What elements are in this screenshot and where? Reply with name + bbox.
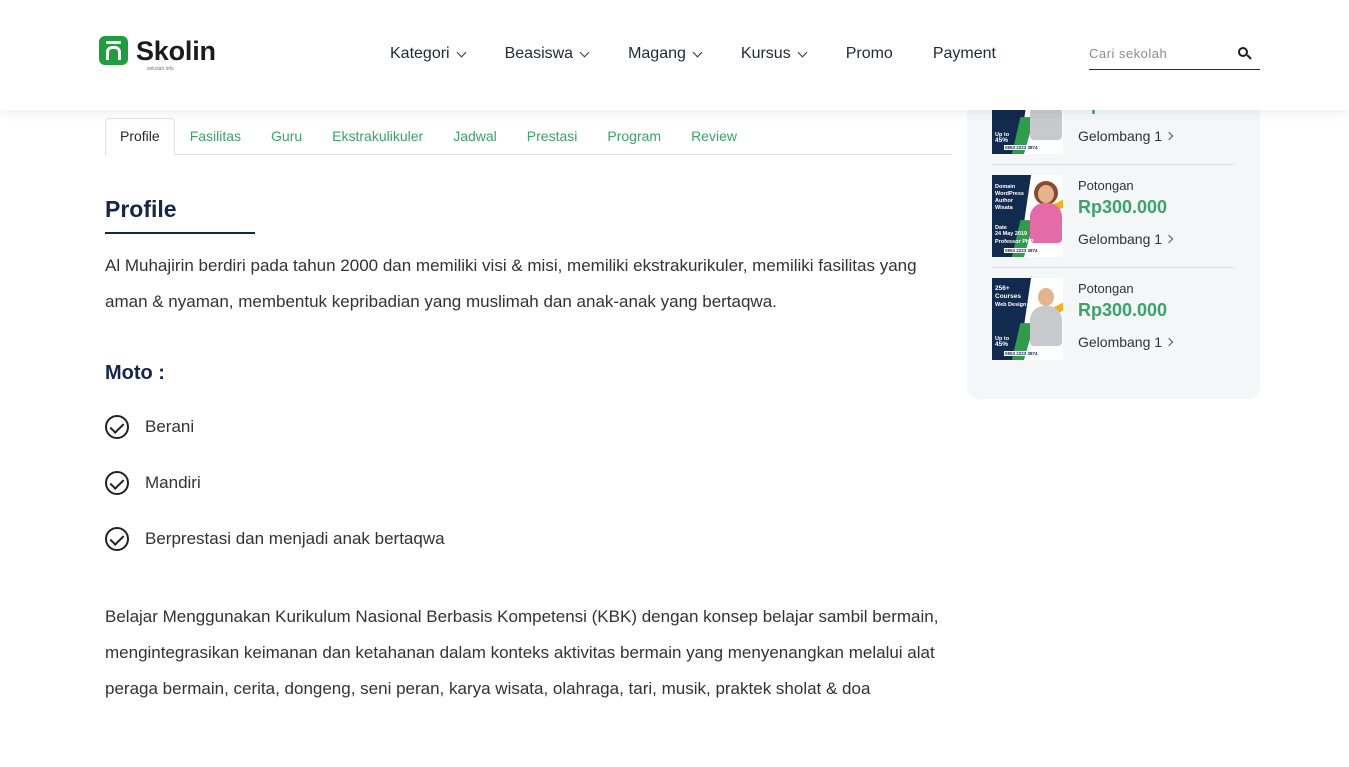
nav-label: Promo bbox=[845, 45, 893, 62]
tab-program[interactable]: Program bbox=[592, 118, 676, 155]
nav-label: Kategori bbox=[390, 45, 450, 62]
promo-card[interactable]: Domain WordPress Author Wisata Date 24 M… bbox=[992, 175, 1235, 271]
nav-kategori[interactable]: Kategori bbox=[390, 44, 467, 64]
moto-text: Berani bbox=[145, 417, 195, 436]
promo-price: Rp300.000 bbox=[1078, 300, 1168, 320]
banner-text: Professor PHP bbox=[995, 239, 1034, 245]
tab-review[interactable]: Review bbox=[676, 118, 752, 155]
logo-icon bbox=[99, 36, 128, 65]
nav-label: Payment bbox=[932, 45, 996, 62]
promo-banner-image: 256+ Courses Web Design Up to 45% 0853 2… bbox=[992, 278, 1063, 360]
chevron-down-icon bbox=[692, 47, 703, 57]
search-icon[interactable] bbox=[1238, 47, 1252, 61]
profile-intro: Al Muhajirin berdiri pada tahun 2000 dan… bbox=[105, 256, 917, 311]
tab-fasilitas[interactable]: Fasilitas bbox=[175, 118, 256, 155]
banner-text: Domain bbox=[995, 184, 1016, 190]
banner-text: 45% bbox=[995, 137, 1009, 144]
banner-text: Courses bbox=[995, 293, 1022, 300]
nav-magang[interactable]: Magang bbox=[628, 44, 703, 64]
brand-name: Skolin bbox=[136, 36, 216, 66]
check-circle-icon bbox=[105, 527, 129, 551]
chevron-right-icon bbox=[1164, 131, 1174, 141]
search-input[interactable] bbox=[1089, 42, 1229, 61]
banner-text: Author bbox=[995, 198, 1014, 204]
banner-text: 24 May 2019 bbox=[995, 231, 1028, 237]
curriculum-text: Belajar Menggunakan Kurikulum Nasional B… bbox=[105, 607, 939, 698]
chevron-right-icon bbox=[1164, 337, 1174, 347]
brand-subtitle: sekolah.info bbox=[147, 66, 174, 72]
promo-wave-label: Gelombang 1 bbox=[1078, 128, 1163, 144]
profile-tabs: Profile Fasilitas Guru Ekstrakulikuler J… bbox=[105, 118, 952, 156]
promo-wave-label: Gelombang 1 bbox=[1078, 334, 1163, 350]
banner-phone: 0853 2223 3874 bbox=[1004, 248, 1039, 253]
moto-item: Mandiri bbox=[105, 471, 201, 495]
promo-label: Potongan bbox=[1078, 178, 1134, 193]
promo-wave-label: Gelombang 1 bbox=[1078, 231, 1163, 247]
check-circle-icon bbox=[105, 471, 129, 495]
site-header: Skolin sekolah.info Kategori Beasiswa Ma… bbox=[0, 0, 1349, 110]
promo-wave-link[interactable]: Gelombang 1 bbox=[1078, 231, 1174, 247]
tab-profile[interactable]: Profile bbox=[105, 118, 175, 156]
tab-ekstrakulikuler[interactable]: Ekstrakulikuler bbox=[317, 118, 438, 155]
title-underline bbox=[105, 232, 255, 234]
banner-text: 256+ bbox=[995, 285, 1010, 292]
moto-text: Mandiri bbox=[145, 473, 201, 492]
divider bbox=[992, 164, 1235, 165]
nav-label: Beasiswa bbox=[504, 45, 574, 62]
promo-wave-link[interactable]: Gelombang 1 bbox=[1078, 334, 1174, 350]
nav-kursus[interactable]: Kursus bbox=[740, 44, 808, 64]
tab-prestasi[interactable]: Prestasi bbox=[512, 118, 593, 155]
chevron-down-icon bbox=[456, 47, 467, 57]
divider bbox=[992, 267, 1235, 268]
moto-item: Berprestasi dan menjadi anak bertaqwa bbox=[105, 527, 445, 551]
banner-text: 45% bbox=[995, 341, 1009, 348]
banner-text: Wisata bbox=[995, 205, 1013, 211]
promo-card[interactable]: 256+ Courses Web Design Up to 45% 0853 2… bbox=[992, 278, 1235, 374]
banner-text: Web Design bbox=[995, 302, 1027, 308]
promo-price: Rp300.000 bbox=[1078, 197, 1168, 217]
nav-payment[interactable]: Payment bbox=[933, 44, 996, 64]
nav-promo[interactable]: Promo bbox=[846, 44, 893, 64]
search-box bbox=[1089, 42, 1260, 70]
main-nav: Kategori Beasiswa Magang Kursus Promo Pa… bbox=[390, 44, 996, 64]
brand-logo[interactable]: Skolin sekolah.info bbox=[99, 36, 216, 72]
banner-text: WordPress bbox=[995, 191, 1024, 197]
chevron-down-icon bbox=[579, 47, 590, 57]
nav-beasiswa[interactable]: Beasiswa bbox=[504, 44, 590, 64]
tab-jadwal[interactable]: Jadwal bbox=[438, 118, 512, 155]
moto-text: Berprestasi dan menjadi anak bertaqwa bbox=[145, 529, 445, 548]
chevron-right-icon bbox=[1164, 234, 1174, 244]
promo-wave-link[interactable]: Gelombang 1 bbox=[1078, 128, 1174, 144]
nav-label: Kursus bbox=[740, 45, 791, 62]
moto-item: Berani bbox=[105, 415, 194, 439]
promo-label: Potongan bbox=[1078, 281, 1134, 296]
promo-banner-image: Domain WordPress Author Wisata Date 24 M… bbox=[992, 175, 1063, 257]
nav-label: Magang bbox=[628, 45, 686, 62]
check-circle-icon bbox=[105, 415, 129, 439]
tab-guru[interactable]: Guru bbox=[256, 118, 317, 155]
banner-phone: 0853 2223 3874 bbox=[1004, 351, 1039, 356]
chevron-down-icon bbox=[797, 47, 808, 57]
banner-phone: 0853 2223 3874 bbox=[1004, 145, 1039, 150]
section-title: Profile bbox=[105, 196, 177, 222]
moto-heading: Moto : bbox=[105, 362, 165, 384]
